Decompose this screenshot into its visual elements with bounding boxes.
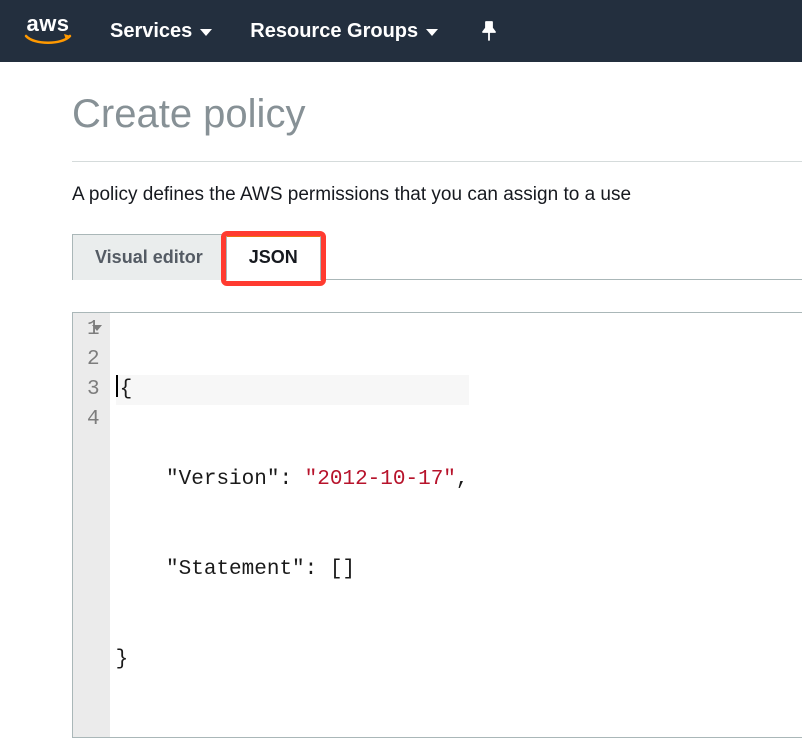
nav-resource-groups-label: Resource Groups: [250, 20, 418, 43]
code-line: "Statement": []: [116, 555, 469, 585]
tab-visual-editor-label: Visual editor: [95, 247, 203, 267]
code-line: }: [116, 645, 469, 675]
nav-services-label: Services: [110, 20, 192, 43]
aws-smile-icon: [24, 33, 72, 49]
tab-underline: [321, 279, 802, 280]
pin-icon: [480, 21, 498, 41]
line-number: 2: [87, 345, 100, 375]
divider: [72, 161, 802, 162]
tab-json[interactable]: JSON: [226, 234, 321, 280]
line-number: 1: [87, 315, 100, 345]
tab-json-label: JSON: [249, 247, 298, 267]
code-line: {: [116, 375, 469, 405]
chevron-down-icon: [426, 29, 438, 36]
tab-visual-editor[interactable]: Visual editor: [72, 234, 226, 280]
page-title: Create policy: [72, 92, 802, 137]
text-cursor: [116, 375, 118, 397]
tabs: Visual editor JSON: [72, 234, 802, 280]
aws-logo[interactable]: aws: [24, 13, 72, 49]
editor-gutter: 1 2 3 4: [73, 313, 110, 737]
aws-logo-text: aws: [26, 13, 69, 35]
code-line: "Version": "2012-10-17",: [116, 465, 469, 495]
line-number: 3: [87, 375, 100, 405]
nav-resource-groups[interactable]: Resource Groups: [250, 20, 438, 43]
nav-pin[interactable]: [480, 21, 498, 41]
main-content: Create policy A policy defines the AWS p…: [0, 62, 802, 738]
editor-code[interactable]: { "Version": "2012-10-17", "Statement": …: [110, 313, 469, 737]
nav-services[interactable]: Services: [110, 20, 212, 43]
chevron-down-icon: [200, 29, 212, 36]
json-editor[interactable]: 1 2 3 4 { "Version": "2012-10-17", "Stat…: [72, 312, 802, 738]
line-number: 4: [87, 405, 100, 435]
top-nav: aws Services Resource Groups: [0, 0, 802, 62]
fold-icon[interactable]: [92, 325, 102, 331]
policy-description: A policy defines the AWS permissions tha…: [72, 184, 802, 206]
